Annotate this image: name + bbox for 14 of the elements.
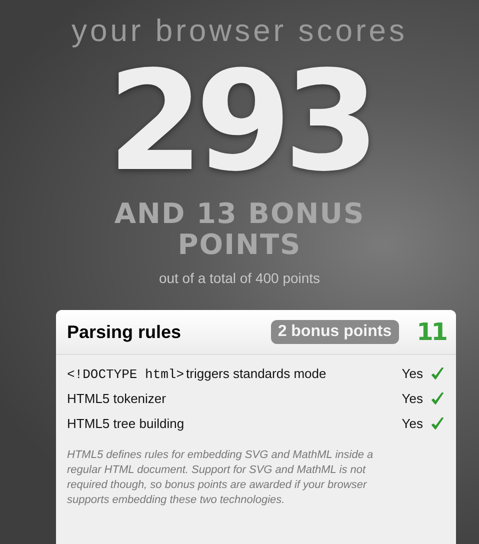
page-heading: your browser scores: [71, 12, 408, 50]
test-label: HTML5 tokenizer: [67, 391, 167, 406]
test-label: HTML5 tree building: [67, 416, 186, 431]
score-number: 293: [107, 58, 372, 186]
bonus-badge: 2 bonus points: [270, 320, 399, 344]
section-points: 11: [416, 318, 446, 346]
bonus-points-text: AND 13 BONUS POINTS: [113, 198, 366, 260]
total-points-text: out of a total of 400 points: [158, 270, 320, 286]
test-result: Yes: [402, 391, 423, 406]
section-title: Parsing rules: [67, 322, 182, 342]
section-note: HTML5 defines rules for embedding SVG and MathML inside a regular HTML document. Support for SVG and MathML is not required though, so bonus points are awarded if your browser supports embedding these two technologies.: [67, 448, 374, 508]
test-result: Yes: [402, 366, 423, 381]
test-result: Yes: [402, 416, 423, 431]
test-label: <!DOCTYPE html>triggers standards mode: [67, 366, 328, 382]
